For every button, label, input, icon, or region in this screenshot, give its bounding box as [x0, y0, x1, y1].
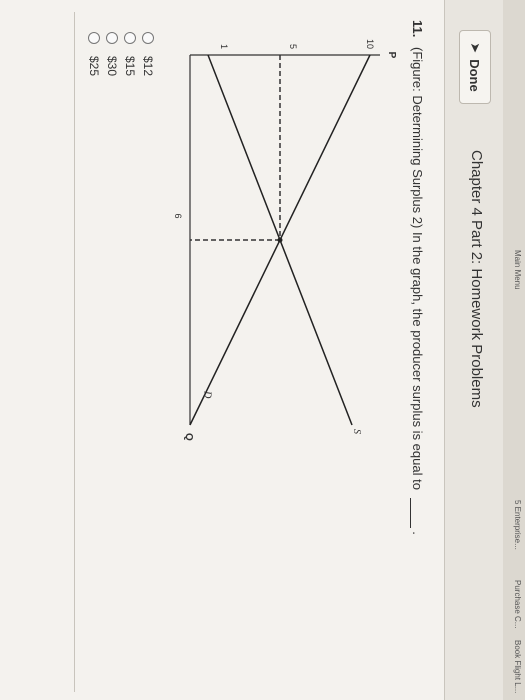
tab-book-flight[interactable]: Book Flight L... [513, 640, 522, 693]
supply-label: S [351, 429, 362, 434]
demand-label: D [201, 390, 212, 399]
equilibrium-point [277, 237, 283, 243]
y-tick-5: 5 [288, 44, 298, 49]
surplus-graph: P Q 10 5 1 6 S D [173, 39, 397, 441]
radio-button[interactable] [124, 32, 136, 44]
choice-label: $12 [141, 56, 155, 77]
arrow-icon: ➤ [468, 42, 483, 54]
page-title: Chapter 4 Part 2: Homework Problems [468, 150, 485, 408]
question-prompt: (Figure: Determining Surplus 2) In the g… [410, 46, 425, 490]
question-end-punct: . [410, 531, 425, 535]
radio-button[interactable] [142, 32, 154, 44]
choice-15[interactable]: $15 [121, 32, 139, 76]
done-label: Done [467, 59, 483, 92]
y-tick-1: 1 [219, 44, 229, 49]
radio-button[interactable] [106, 32, 118, 44]
screen: Main Menu 5 Enterprise... Purchase C... … [0, 0, 525, 700]
question-text: 11. (Figure: Determining Surplus 2) In t… [410, 20, 425, 535]
choice-label: $25 [87, 56, 101, 77]
radio-button[interactable] [88, 32, 100, 44]
tab-enterprise[interactable]: 5 Enterprise... [513, 500, 522, 550]
tab-purchase[interactable]: Purchase C... [513, 580, 522, 628]
answer-blank [410, 497, 423, 528]
y-axis-label: P [386, 52, 397, 59]
answer-choices: $12 $15 $30 $25 [85, 32, 157, 76]
header-bar: ➤ Done Chapter 4 Part 2: Homework Proble… [444, 0, 503, 700]
choice-12[interactable]: $12 [139, 32, 157, 76]
choice-30[interactable]: $30 [103, 32, 121, 76]
choice-label: $30 [105, 56, 119, 77]
question-number: 11. [410, 20, 425, 38]
choice-label: $15 [123, 56, 137, 77]
x-tick-6: 6 [173, 213, 183, 218]
done-button[interactable]: ➤ Done [459, 30, 491, 104]
browser-tab-bar: Main Menu 5 Enterprise... Purchase C... … [503, 0, 525, 700]
choice-25[interactable]: $25 [85, 32, 103, 76]
tab-main-menu[interactable]: Main Menu [513, 250, 522, 290]
question-area: 11. (Figure: Determining Surplus 2) In t… [0, 0, 445, 700]
x-axis-label: Q [183, 433, 194, 441]
y-tick-10: 10 [365, 39, 375, 49]
divider [74, 12, 75, 692]
